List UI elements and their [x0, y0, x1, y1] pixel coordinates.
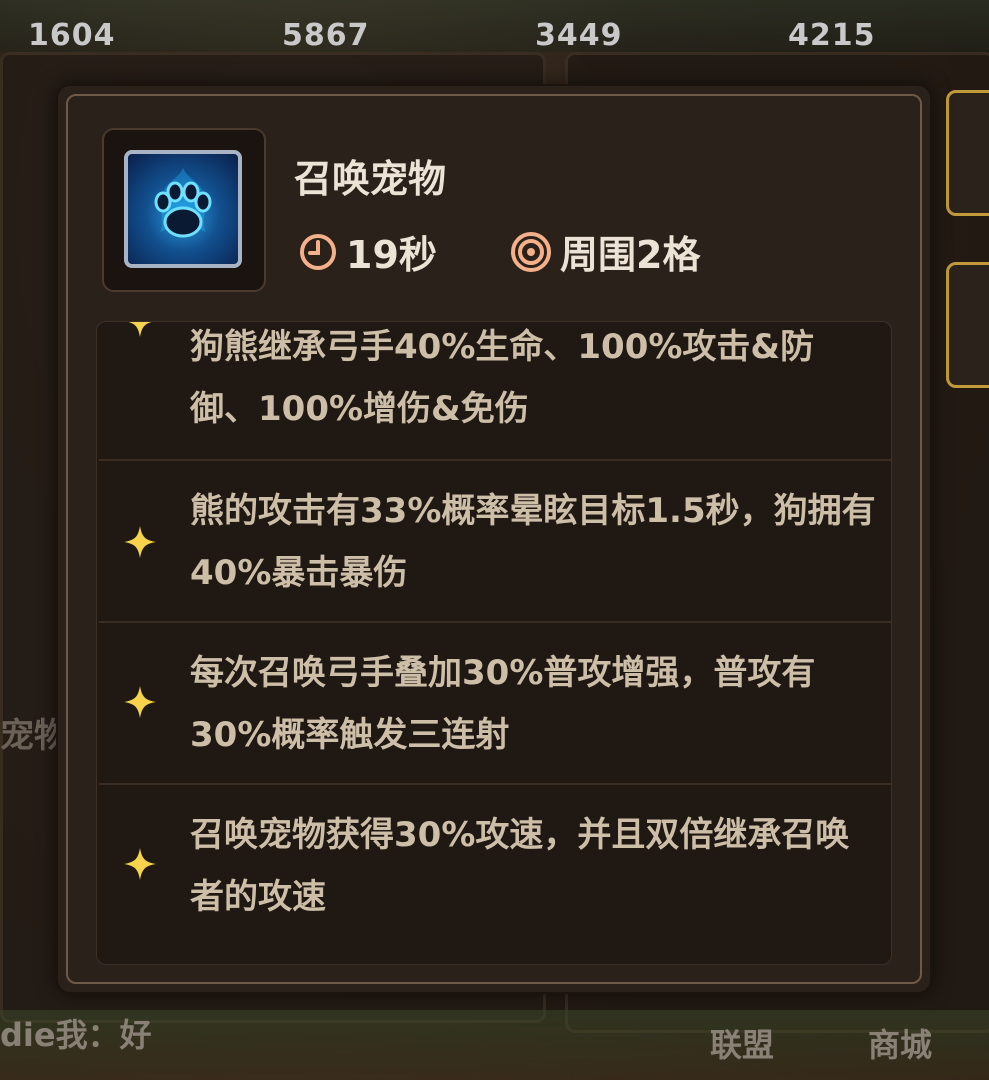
effect-text: 每次召唤弓手叠加30%普攻增强，普攻有30%概率触发三连射 — [190, 653, 816, 755]
divider — [99, 783, 891, 785]
chat-snippet: die我：好 — [0, 1016, 152, 1054]
blue-paw-icon — [124, 150, 242, 268]
effect-text: 熊的攻击有33%概率晕眩目标1.5秒，狗拥有40%暴击暴伤 — [190, 491, 876, 593]
range-stat: 周围2格 — [510, 224, 700, 279]
effect-text: 狗熊继承弓手40%生命、100%攻击&防御、100%增伤&免伤 — [190, 327, 815, 429]
skill-title: 召唤宠物 — [294, 157, 447, 201]
clock-icon — [300, 233, 336, 270]
background-slot — [946, 90, 989, 216]
skill-icon-frame — [102, 128, 266, 292]
resource-value-2: 5867 — [282, 18, 370, 53]
divider — [99, 459, 891, 461]
nav-alliance[interactable]: 联盟 — [710, 1020, 774, 1066]
nav-shop[interactable]: 商城 — [868, 1020, 932, 1066]
target-icon — [511, 231, 551, 272]
effect-text: 召唤宠物获得30%攻速，并且双倍继承召唤者的攻速 — [190, 815, 850, 917]
resource-value-4: 4215 — [788, 18, 876, 53]
cooldown-stat: 19秒 — [298, 224, 437, 279]
cooldown-value: 19秒 — [346, 233, 437, 277]
background-slot — [946, 262, 989, 388]
sparkle-icon — [124, 526, 156, 558]
sparkle-icon — [128, 322, 152, 337]
sparkle-icon — [124, 848, 156, 880]
skill-tooltip: 召唤宠物 19秒 周围2格 狗熊继承弓手40%生命、100%攻击&防御、100%… — [58, 86, 930, 992]
resource-value-3: 3449 — [535, 18, 623, 53]
resource-value-1: 1604 — [28, 18, 116, 53]
sparkle-icon — [124, 686, 156, 718]
range-value: 周围2格 — [560, 233, 701, 277]
divider — [99, 621, 891, 623]
effects-list[interactable]: 狗熊继承弓手40%生命、100%攻击&防御、100%增伤&免伤 熊的攻击有33%… — [96, 321, 892, 965]
